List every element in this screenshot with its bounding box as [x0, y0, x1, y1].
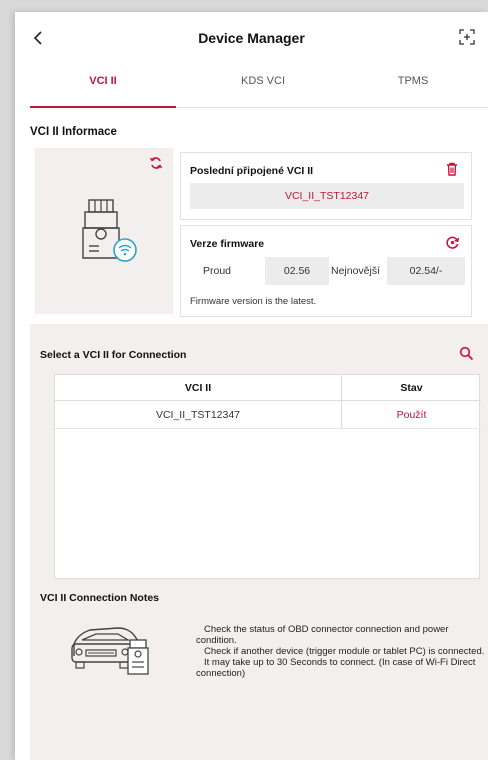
column-header-vci: VCI II	[55, 375, 341, 401]
firmware-note: Firmware version is the latest.	[190, 296, 317, 307]
firmware-row: Proud 02.56 Nejnovější 02.54/-	[181, 257, 473, 285]
current-label: Proud	[203, 265, 232, 277]
notes-title: VCI II Connection Notes	[40, 592, 160, 604]
last-connected-value: VCI_II_TST12347	[190, 183, 464, 209]
use-button[interactable]: Použít	[342, 402, 481, 429]
car-obd-illustration	[71, 627, 149, 675]
note-line-3: It may take up to 30 Seconds to connect.…	[196, 657, 476, 679]
tab-bar: VCI II KDS VCI TPMS	[30, 70, 488, 108]
firmware-update-button[interactable]	[445, 235, 460, 250]
firmware-update-icon	[446, 236, 460, 249]
vci-table: VCI II Stav VCI_II_TST12347 Použít	[54, 374, 481, 579]
latest-label: Nejnovější	[331, 265, 381, 277]
connection-title: Select a VCI II for Connection	[40, 349, 187, 361]
column-header-status: Stav	[342, 375, 481, 401]
refresh-button[interactable]	[149, 156, 163, 170]
vci-device-icon	[82, 199, 137, 262]
connection-panel: Select a VCI II for Connection VCI II St…	[30, 324, 488, 760]
note-line-1: Check the status of OBD connector connec…	[196, 624, 449, 646]
tab-vci-ii[interactable]: VCI II	[30, 70, 176, 108]
last-connected-box: Poslední připojené VCI II VCI_II_TST1234…	[180, 152, 472, 220]
tab-kds-vci[interactable]: KDS VCI	[190, 70, 336, 108]
latest-value: 02.54/-	[387, 257, 465, 285]
trash-icon	[447, 162, 457, 176]
last-connected-title: Poslední připojené VCI II	[190, 165, 314, 177]
table-row-vci[interactable]: VCI_II_TST12347	[55, 402, 341, 429]
search-icon	[459, 346, 474, 361]
current-value: 02.56	[265, 257, 329, 285]
header: Device Manager	[15, 12, 488, 68]
app-frame: Device Manager VCI II KDS VCI TPMS VCI I…	[15, 12, 488, 760]
expand-button[interactable]	[458, 28, 476, 46]
delete-button[interactable]	[445, 162, 459, 176]
expand-icon	[459, 29, 475, 45]
section-title-info: VCI II Informace	[30, 126, 117, 138]
note-line-2: Check if another device (trigger module …	[204, 646, 485, 657]
device-card	[35, 148, 173, 314]
tab-tpms[interactable]: TPMS	[340, 70, 486, 108]
refresh-icon	[149, 157, 163, 169]
firmware-box: Verze firmware Proud 02.56 Nejnovější 02…	[180, 225, 472, 317]
connection-notes: Check the status of OBD connector connec…	[196, 624, 488, 679]
page-title: Device Manager	[198, 30, 305, 46]
firmware-title: Verze firmware	[190, 238, 265, 250]
search-button[interactable]	[459, 346, 474, 361]
